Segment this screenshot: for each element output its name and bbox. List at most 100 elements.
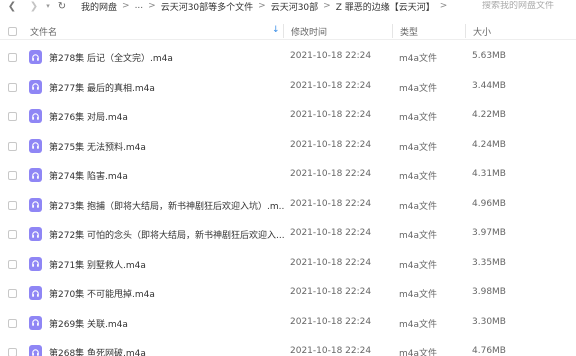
row-checkbox[interactable] xyxy=(8,259,17,269)
file-size: 3.97MB xyxy=(472,228,506,238)
file-type: m4a文件 xyxy=(399,172,438,182)
row-checkbox[interactable] xyxy=(8,318,17,328)
row-checkbox[interactable] xyxy=(8,112,17,121)
breadcrumb-separator: > xyxy=(122,1,130,11)
headphones-glyph xyxy=(32,53,39,61)
file-name[interactable]: 第274集 陷害.m4a xyxy=(49,169,284,182)
file-size: 4.96MB xyxy=(472,198,506,209)
file-row[interactable]: 第273集 抱捕（即将大结局，新书神剧狂后欢迎入坑）.m... 2021-10-1… xyxy=(0,191,576,220)
file-size: 4.22MB xyxy=(472,110,506,120)
file-type: m4a文件 xyxy=(399,290,438,300)
file-modified-time: 2021-10-18 22:24 xyxy=(290,287,372,297)
file-type: m4a文件 xyxy=(399,260,438,271)
chevron-left-icon[interactable]: ❮ xyxy=(5,0,19,12)
file-row[interactable]: 第272集 可怕的念头（即将大结局，新书神剧狂后欢迎入... 2021-10-18… xyxy=(0,220,576,249)
breadcrumb-item-current[interactable]: Z 罪恶的边缘【云天河】 xyxy=(336,0,435,13)
file-size: 4.24MB xyxy=(472,139,506,150)
file-name[interactable]: 第276集 对局.m4a xyxy=(49,110,284,123)
breadcrumb-separator: > xyxy=(148,1,156,11)
file-list-header: 文件名 ↓ 修改时间 类型 大小 xyxy=(0,22,576,40)
column-header-name[interactable]: 文件名 xyxy=(30,25,57,38)
file-size: 4.76MB xyxy=(472,346,506,356)
file-row[interactable]: 第275集 无法预料.m4a 2021-10-18 22:24 m4a文件 4.24M… xyxy=(0,132,576,161)
navigation-bar: ❮ ❯ ▾ ↻ 我的网盘 > ... > 云天河30部等多个文件 > 云天河30… xyxy=(0,0,576,13)
column-header-size[interactable]: 大小 xyxy=(473,25,491,38)
headphones-glyph xyxy=(32,289,39,297)
audio-file-icon xyxy=(29,79,42,94)
file-name[interactable]: 第273集 抱捕（即将大结局，新书神剧狂后欢迎入坑）.m... xyxy=(49,199,284,212)
refresh-icon[interactable]: ↻ xyxy=(55,0,69,12)
row-checkbox[interactable] xyxy=(8,82,17,92)
audio-file-icon xyxy=(29,197,42,212)
file-type: m4a文件 xyxy=(399,83,438,94)
file-row[interactable]: 第276集 对局.m4a 2021-10-18 22:24 m4a文件 4.22MB xyxy=(0,102,576,131)
file-modified-time: 2021-10-18 22:24 xyxy=(290,139,372,150)
headphones-glyph xyxy=(32,171,39,179)
file-row[interactable]: 第268集 鱼死网破.m4a 2021-10-18 22:24 m4a文件 4.76M… xyxy=(0,338,576,356)
file-name[interactable]: 第275集 无法预料.m4a xyxy=(49,140,284,153)
file-name[interactable]: 第268集 鱼死网破.m4a xyxy=(49,346,284,356)
file-row[interactable]: 第274集 陷害.m4a 2021-10-18 22:24 m4a文件 4.31MB xyxy=(0,161,576,190)
file-type: m4a文件 xyxy=(399,231,438,241)
file-name[interactable]: 第269集 关联.m4a xyxy=(49,317,284,330)
file-name[interactable]: 第272集 可怕的念头（即将大结局，新书神剧狂后欢迎入... xyxy=(49,228,284,241)
row-checkbox[interactable] xyxy=(8,289,17,298)
file-modified-time: 2021-10-18 22:24 xyxy=(290,51,372,61)
file-name[interactable]: 第277集 最后的真相.m4a xyxy=(49,81,284,94)
column-header-type[interactable]: 类型 xyxy=(400,25,418,38)
file-row[interactable]: 第271集 别墅救人.m4a 2021-10-18 22:24 m4a文件 3.35M… xyxy=(0,250,576,279)
file-row[interactable]: 第269集 关联.m4a 2021-10-18 22:24 m4a文件 3.30MB xyxy=(0,309,576,338)
column-divider[interactable] xyxy=(283,24,284,38)
breadcrumb-item-series[interactable]: 云天河30部 xyxy=(271,0,318,13)
row-checkbox[interactable] xyxy=(8,230,17,239)
audio-file-icon xyxy=(29,315,42,330)
file-size: 3.30MB xyxy=(472,316,506,327)
headphones-glyph xyxy=(32,260,39,267)
headphones-glyph xyxy=(32,83,39,90)
select-all-checkbox[interactable] xyxy=(8,27,17,36)
file-name[interactable]: 第270集 不可能甩掉.m4a xyxy=(49,287,284,300)
audio-file-icon xyxy=(29,109,42,123)
file-modified-time: 2021-10-18 22:24 xyxy=(290,346,372,356)
file-modified-time: 2021-10-18 22:24 xyxy=(290,257,372,268)
file-type: m4a文件 xyxy=(399,349,438,356)
column-divider[interactable] xyxy=(392,24,393,38)
row-checkbox[interactable] xyxy=(8,53,17,62)
file-size: 3.35MB xyxy=(472,257,506,268)
column-header-modified[interactable]: 修改时间 xyxy=(291,25,327,38)
file-size: 3.44MB xyxy=(472,80,506,91)
audio-file-icon xyxy=(29,345,42,356)
sort-down-arrow-icon[interactable]: ↓ xyxy=(272,25,280,35)
chevron-down-icon[interactable]: ▾ xyxy=(43,0,53,12)
file-modified-time: 2021-10-18 22:24 xyxy=(290,169,372,179)
headphones-glyph xyxy=(32,348,39,356)
column-divider[interactable] xyxy=(465,24,466,38)
file-name[interactable]: 第278集 后记（全文完）.m4a xyxy=(49,51,284,64)
row-checkbox[interactable] xyxy=(8,348,17,356)
search-input[interactable] xyxy=(482,1,576,11)
audio-file-icon xyxy=(29,50,42,64)
file-modified-time: 2021-10-18 22:24 xyxy=(290,228,372,238)
file-row[interactable]: 第270集 不可能甩掉.m4a 2021-10-18 22:24 m4a文件 3.98… xyxy=(0,279,576,308)
row-checkbox[interactable] xyxy=(8,200,17,210)
row-checkbox[interactable] xyxy=(8,141,17,151)
breadcrumb-item-root[interactable]: 我的网盘 xyxy=(81,0,117,13)
headphones-glyph xyxy=(32,230,39,238)
chevron-right-icon[interactable]: ❯ xyxy=(27,0,41,12)
file-type: m4a文件 xyxy=(399,319,438,330)
row-checkbox[interactable] xyxy=(8,171,17,180)
file-row[interactable]: 第277集 最后的真相.m4a 2021-10-18 22:24 m4a文件 3.44… xyxy=(0,73,576,102)
headphones-glyph xyxy=(32,142,39,149)
file-name[interactable]: 第271集 别墅救人.m4a xyxy=(49,258,284,271)
file-size: 3.98MB xyxy=(472,287,506,297)
breadcrumb-item-ellipsis[interactable]: ... xyxy=(135,1,144,11)
breadcrumb-separator: > xyxy=(258,1,266,11)
breadcrumb: 我的网盘 > ... > 云天河30部等多个文件 > 云天河30部 > Z 罪恶… xyxy=(81,0,452,13)
file-modified-time: 2021-10-18 22:24 xyxy=(290,110,372,120)
audio-file-icon xyxy=(29,256,42,271)
breadcrumb-separator: > xyxy=(323,1,331,11)
file-modified-time: 2021-10-18 22:24 xyxy=(290,316,372,327)
file-row[interactable]: 第278集 后记（全文完）.m4a 2021-10-18 22:24 m4a文件 5.… xyxy=(0,43,576,72)
headphones-glyph xyxy=(32,201,39,208)
breadcrumb-item-collection[interactable]: 云天河30部等多个文件 xyxy=(161,0,253,13)
